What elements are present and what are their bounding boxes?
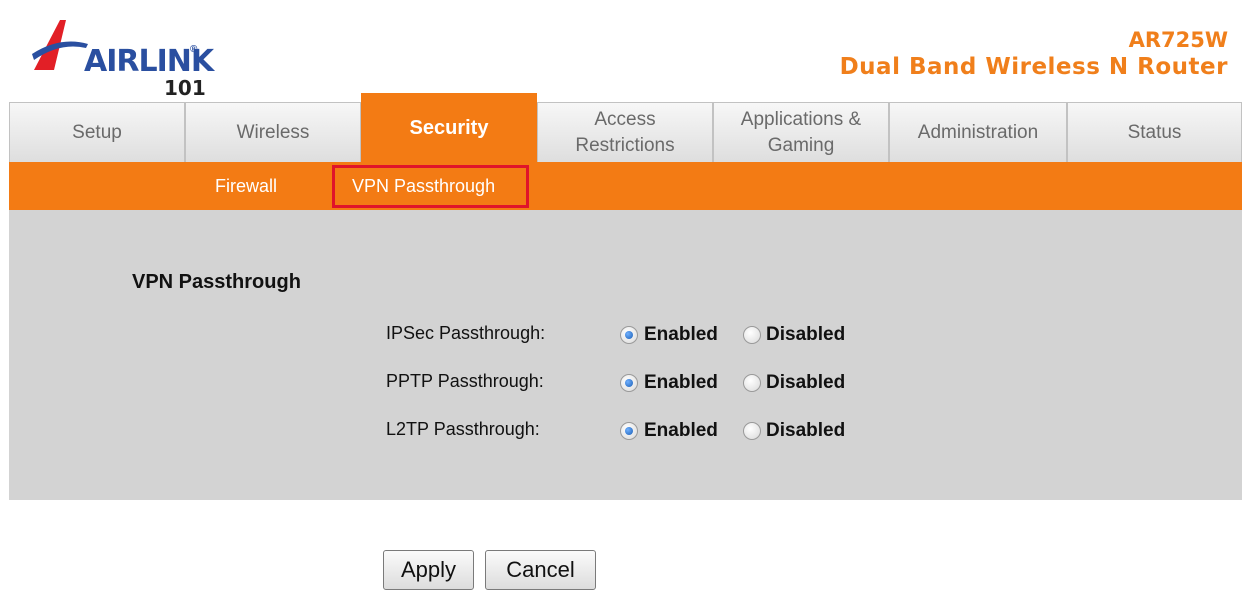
tab-access-restrictions[interactable]: Access Restrictions [537,102,713,162]
pptp-enabled-label[interactable]: Enabled [644,372,718,394]
selected-highlight-box [332,165,529,208]
l2tp-enabled-radio[interactable] [620,422,638,440]
tab-applications-gaming[interactable]: Applications & Gaming [713,102,889,162]
logo-swoosh-icon [32,20,88,70]
subnav-label: Firewall [215,175,278,196]
pptp-enabled-radio[interactable] [620,374,638,392]
pptp-passthrough-row: PPTP Passthrough: Enabled Disabled [386,367,906,397]
ipsec-label: IPSec Passthrough: [386,323,546,343]
main-tabs: Setup Wireless Security Access Restricti… [9,93,1242,162]
product-heading: AR725W Dual Band Wireless N Router [840,28,1228,82]
pptp-disabled-radio[interactable] [743,374,761,392]
l2tp-enabled-label[interactable]: Enabled [644,420,718,442]
tab-label: Applications & Gaming [740,108,862,156]
product-name: Dual Band Wireless N Router [839,54,1228,80]
security-subnav: Firewall VPN Passthrough [9,162,1242,210]
tab-label: Administration [917,121,1039,143]
l2tp-passthrough-row: L2TP Passthrough: Enabled Disabled [386,415,906,445]
tab-label: Wireless [236,121,310,143]
pptp-disabled-label[interactable]: Disabled [766,372,845,394]
ipsec-disabled-label[interactable]: Disabled [766,324,845,346]
ipsec-enabled-label[interactable]: Enabled [644,324,718,346]
ipsec-disabled-radio[interactable] [743,326,761,344]
tab-label: Access Restrictions [575,108,675,156]
tab-wireless[interactable]: Wireless [185,102,361,162]
tab-setup[interactable]: Setup [9,102,185,162]
content-panel: VPN Passthrough IPSec Passthrough: Enabl… [9,210,1242,500]
tab-status[interactable]: Status [1067,102,1242,162]
apply-button[interactable]: Apply [383,550,474,590]
section-title: VPN Passthrough [132,271,301,293]
registered-mark: ® [190,44,198,55]
tab-label: Security [409,117,489,139]
tab-label: Status [1127,121,1182,143]
tab-administration[interactable]: Administration [889,102,1067,162]
tab-label: Setup [72,121,122,143]
ipsec-passthrough-row: IPSec Passthrough: Enabled Disabled [386,319,906,349]
cancel-button[interactable]: Cancel [485,550,596,590]
ipsec-enabled-radio[interactable] [620,326,638,344]
model-number: AR725W [1128,28,1228,52]
airlink-logo: AIRLINK ® 101 [30,14,220,100]
l2tp-label: L2TP Passthrough: [386,419,540,439]
tab-security[interactable]: Security [361,93,537,162]
l2tp-disabled-radio[interactable] [743,422,761,440]
l2tp-disabled-label[interactable]: Disabled [766,420,845,442]
pptp-label: PPTP Passthrough: [386,371,544,391]
subnav-firewall[interactable]: Firewall [215,162,277,210]
